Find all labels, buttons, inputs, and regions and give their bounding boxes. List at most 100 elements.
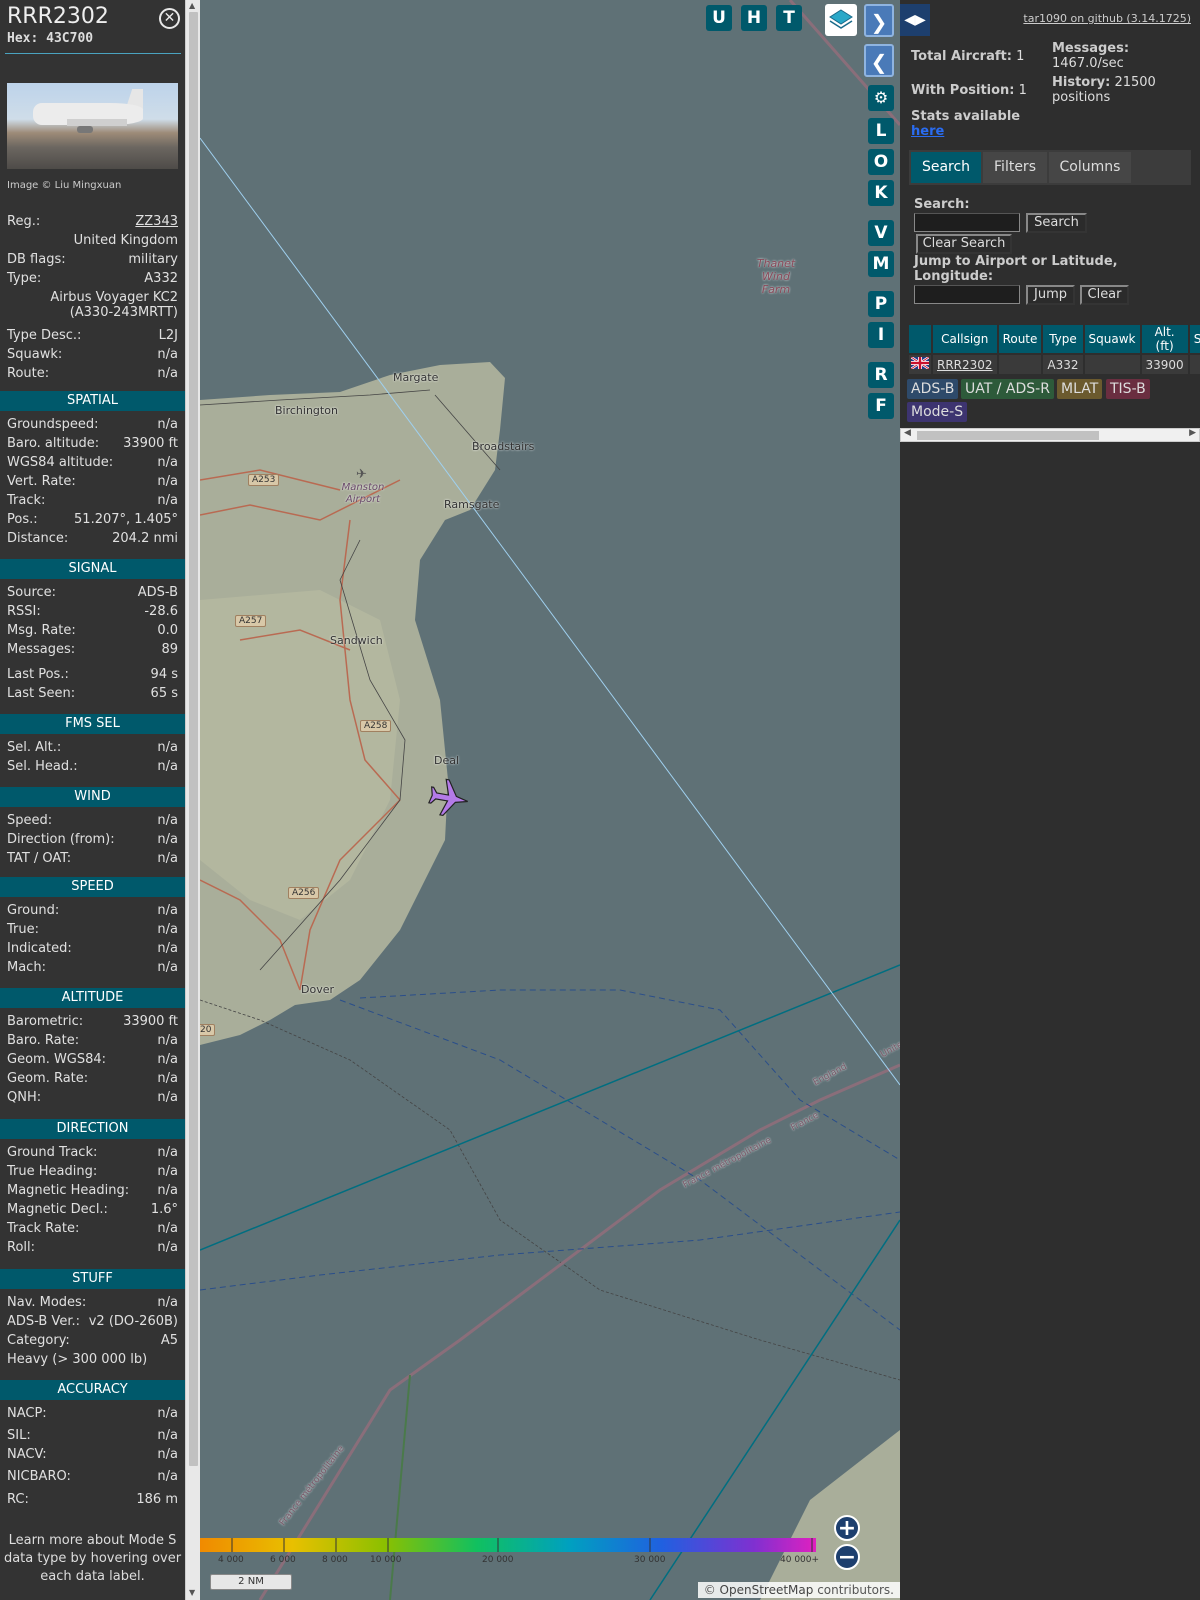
field-label[interactable]: Baro. altitude: — [7, 436, 99, 451]
map-view[interactable]: ✈ Thanet Wind Farm Margate Birchington B… — [200, 0, 900, 1600]
source-chip-mlat[interactable]: MLAT — [1057, 379, 1103, 399]
field-label[interactable]: Geom. WGS84: — [7, 1052, 106, 1067]
field-label[interactable]: Sel. Head.: — [7, 759, 78, 774]
field-label[interactable]: RSSI: — [7, 604, 41, 619]
zoom-out-button[interactable]: − — [834, 1544, 860, 1570]
cell-callsign[interactable]: RRR2302 — [933, 355, 997, 374]
road-a258: A258 — [360, 720, 392, 732]
source-chip-adsb[interactable]: ADS-B — [907, 379, 959, 399]
map-button-p[interactable]: P — [868, 291, 894, 317]
search-input[interactable] — [914, 213, 1020, 232]
map-button-l[interactable]: L — [868, 118, 894, 144]
spatial-row: Distance: 204.2 nmi — [7, 531, 178, 550]
field-label[interactable]: Heavy (> 300 000 lb) — [7, 1352, 147, 1367]
field-label[interactable]: Last Pos.: — [7, 667, 69, 682]
stats-link[interactable]: here — [911, 124, 944, 139]
field-label[interactable]: Track Rate: — [7, 1221, 79, 1236]
source-chip-uat[interactable]: UAT / ADS-R — [961, 379, 1054, 399]
table-row[interactable]: RRR2302 A332 33900 — [909, 355, 1200, 374]
field-label[interactable]: RC: — [7, 1492, 29, 1507]
field-label[interactable]: Speed: — [7, 813, 52, 828]
layers-button[interactable] — [825, 4, 857, 36]
field-label[interactable]: QNH: — [7, 1090, 41, 1105]
column-header-flag[interactable] — [909, 325, 931, 353]
field-label[interactable]: NICBARO: — [7, 1469, 71, 1484]
info-value: L2J — [158, 328, 178, 343]
map-button-m[interactable]: M — [868, 251, 894, 277]
table-horizontal-scrollbar[interactable]: ◀ ▶ — [900, 428, 1200, 442]
osm-link[interactable]: OpenStreetMap — [720, 1583, 814, 1597]
field-label[interactable]: Msg. Rate: — [7, 623, 76, 638]
field-label[interactable]: Magnetic Heading: — [7, 1183, 129, 1198]
column-header-route[interactable]: Route — [998, 325, 1042, 353]
field-label[interactable]: Vert. Rate: — [7, 474, 76, 489]
section-header-accuracy: ACCURACY — [0, 1380, 185, 1400]
field-label[interactable]: Magnetic Decl.: — [7, 1202, 108, 1217]
map-button-r[interactable]: R — [868, 362, 894, 388]
map-button-k[interactable]: K — [868, 180, 894, 206]
source-chip-tisb[interactable]: TIS-B — [1106, 379, 1150, 399]
field-label[interactable]: Geom. Rate: — [7, 1071, 88, 1086]
field-label[interactable]: Groundspeed: — [7, 417, 98, 432]
zoom-in-button[interactable]: + — [834, 1515, 860, 1541]
column-header-type[interactable]: Type — [1043, 325, 1083, 353]
map-button-o[interactable]: O — [868, 149, 894, 175]
aircraft-photo[interactable] — [7, 83, 178, 169]
field-value: n/a — [157, 740, 178, 755]
map-button-t[interactable]: T — [776, 5, 802, 31]
field-label[interactable]: Roll: — [7, 1240, 35, 1255]
tab-columns[interactable]: Columns — [1049, 152, 1131, 183]
clear-search-button[interactable]: Clear Search — [916, 234, 1012, 254]
field-label[interactable]: Sel. Alt.: — [7, 740, 61, 755]
column-header-callsign[interactable]: Callsign — [933, 325, 997, 353]
github-link[interactable]: tar1090 on github (3.14.1725) — [1023, 12, 1191, 25]
field-label[interactable]: Nav. Modes: — [7, 1295, 86, 1310]
field-label[interactable]: Pos.: — [7, 512, 38, 527]
field-label[interactable]: Barometric: — [7, 1014, 83, 1029]
expand-panel-button[interactable]: ❯ — [864, 4, 894, 37]
field-label[interactable]: Distance: — [7, 531, 68, 546]
field-label[interactable]: ADS-B Ver.: — [7, 1314, 80, 1329]
field-label[interactable]: Direction (from): — [7, 832, 115, 847]
settings-button[interactable]: ⚙ — [868, 85, 894, 111]
close-icon[interactable]: ✕ — [159, 8, 180, 29]
field-label[interactable]: TAT / OAT: — [7, 851, 71, 866]
source-chip-modes[interactable]: Mode-S — [907, 402, 968, 422]
field-label[interactable]: True: — [7, 922, 39, 937]
map-button-u[interactable]: U — [706, 5, 732, 31]
search-button[interactable]: Search — [1026, 213, 1087, 233]
field-label[interactable]: Ground: — [7, 903, 59, 918]
column-header-squawk[interactable]: Squawk — [1084, 325, 1140, 353]
column-header-altitude[interactable]: Alt. (ft) — [1141, 325, 1188, 353]
column-header-speed[interactable]: Spd — [1189, 325, 1200, 353]
toggle-sidebar-button[interactable]: ◀▶ — [900, 4, 930, 36]
field-label[interactable]: SIL: — [7, 1428, 31, 1443]
map-button-h[interactable]: H — [741, 5, 767, 31]
sidebar-scrollbar[interactable]: ▲ ▼ — [185, 0, 200, 1600]
field-label[interactable]: Indicated: — [7, 941, 72, 956]
field-label[interactable]: WGS84 altitude: — [7, 455, 113, 470]
field-label[interactable]: Source: — [7, 585, 56, 600]
field-value: n/a — [157, 1033, 178, 1048]
field-label[interactable]: Last Seen: — [7, 686, 75, 701]
field-label[interactable]: Category: — [7, 1333, 70, 1348]
field-label[interactable]: Mach: — [7, 960, 46, 975]
map-button-f[interactable]: F — [868, 393, 894, 419]
scale-bar: 2 NM — [210, 1574, 292, 1590]
tab-filters[interactable]: Filters — [983, 152, 1047, 183]
field-label[interactable]: Track: — [7, 493, 45, 508]
map-button-v[interactable]: V — [868, 220, 894, 246]
registration-link[interactable]: ZZ343 — [135, 214, 178, 229]
tab-search[interactable]: Search — [911, 152, 981, 183]
jump-button[interactable]: Jump — [1026, 285, 1075, 305]
collapse-panel-button[interactable]: ❮ — [864, 44, 894, 77]
jump-input[interactable] — [914, 285, 1020, 304]
field-label[interactable]: Baro. Rate: — [7, 1033, 79, 1048]
field-label[interactable]: NACP: — [7, 1406, 47, 1421]
field-label[interactable]: Ground Track: — [7, 1145, 97, 1160]
clear-button[interactable]: Clear — [1080, 285, 1129, 305]
field-label[interactable]: NACV: — [7, 1447, 47, 1462]
field-label[interactable]: True Heading: — [7, 1164, 97, 1179]
map-button-i[interactable]: I — [868, 322, 894, 348]
field-label[interactable]: Messages: — [7, 642, 75, 657]
